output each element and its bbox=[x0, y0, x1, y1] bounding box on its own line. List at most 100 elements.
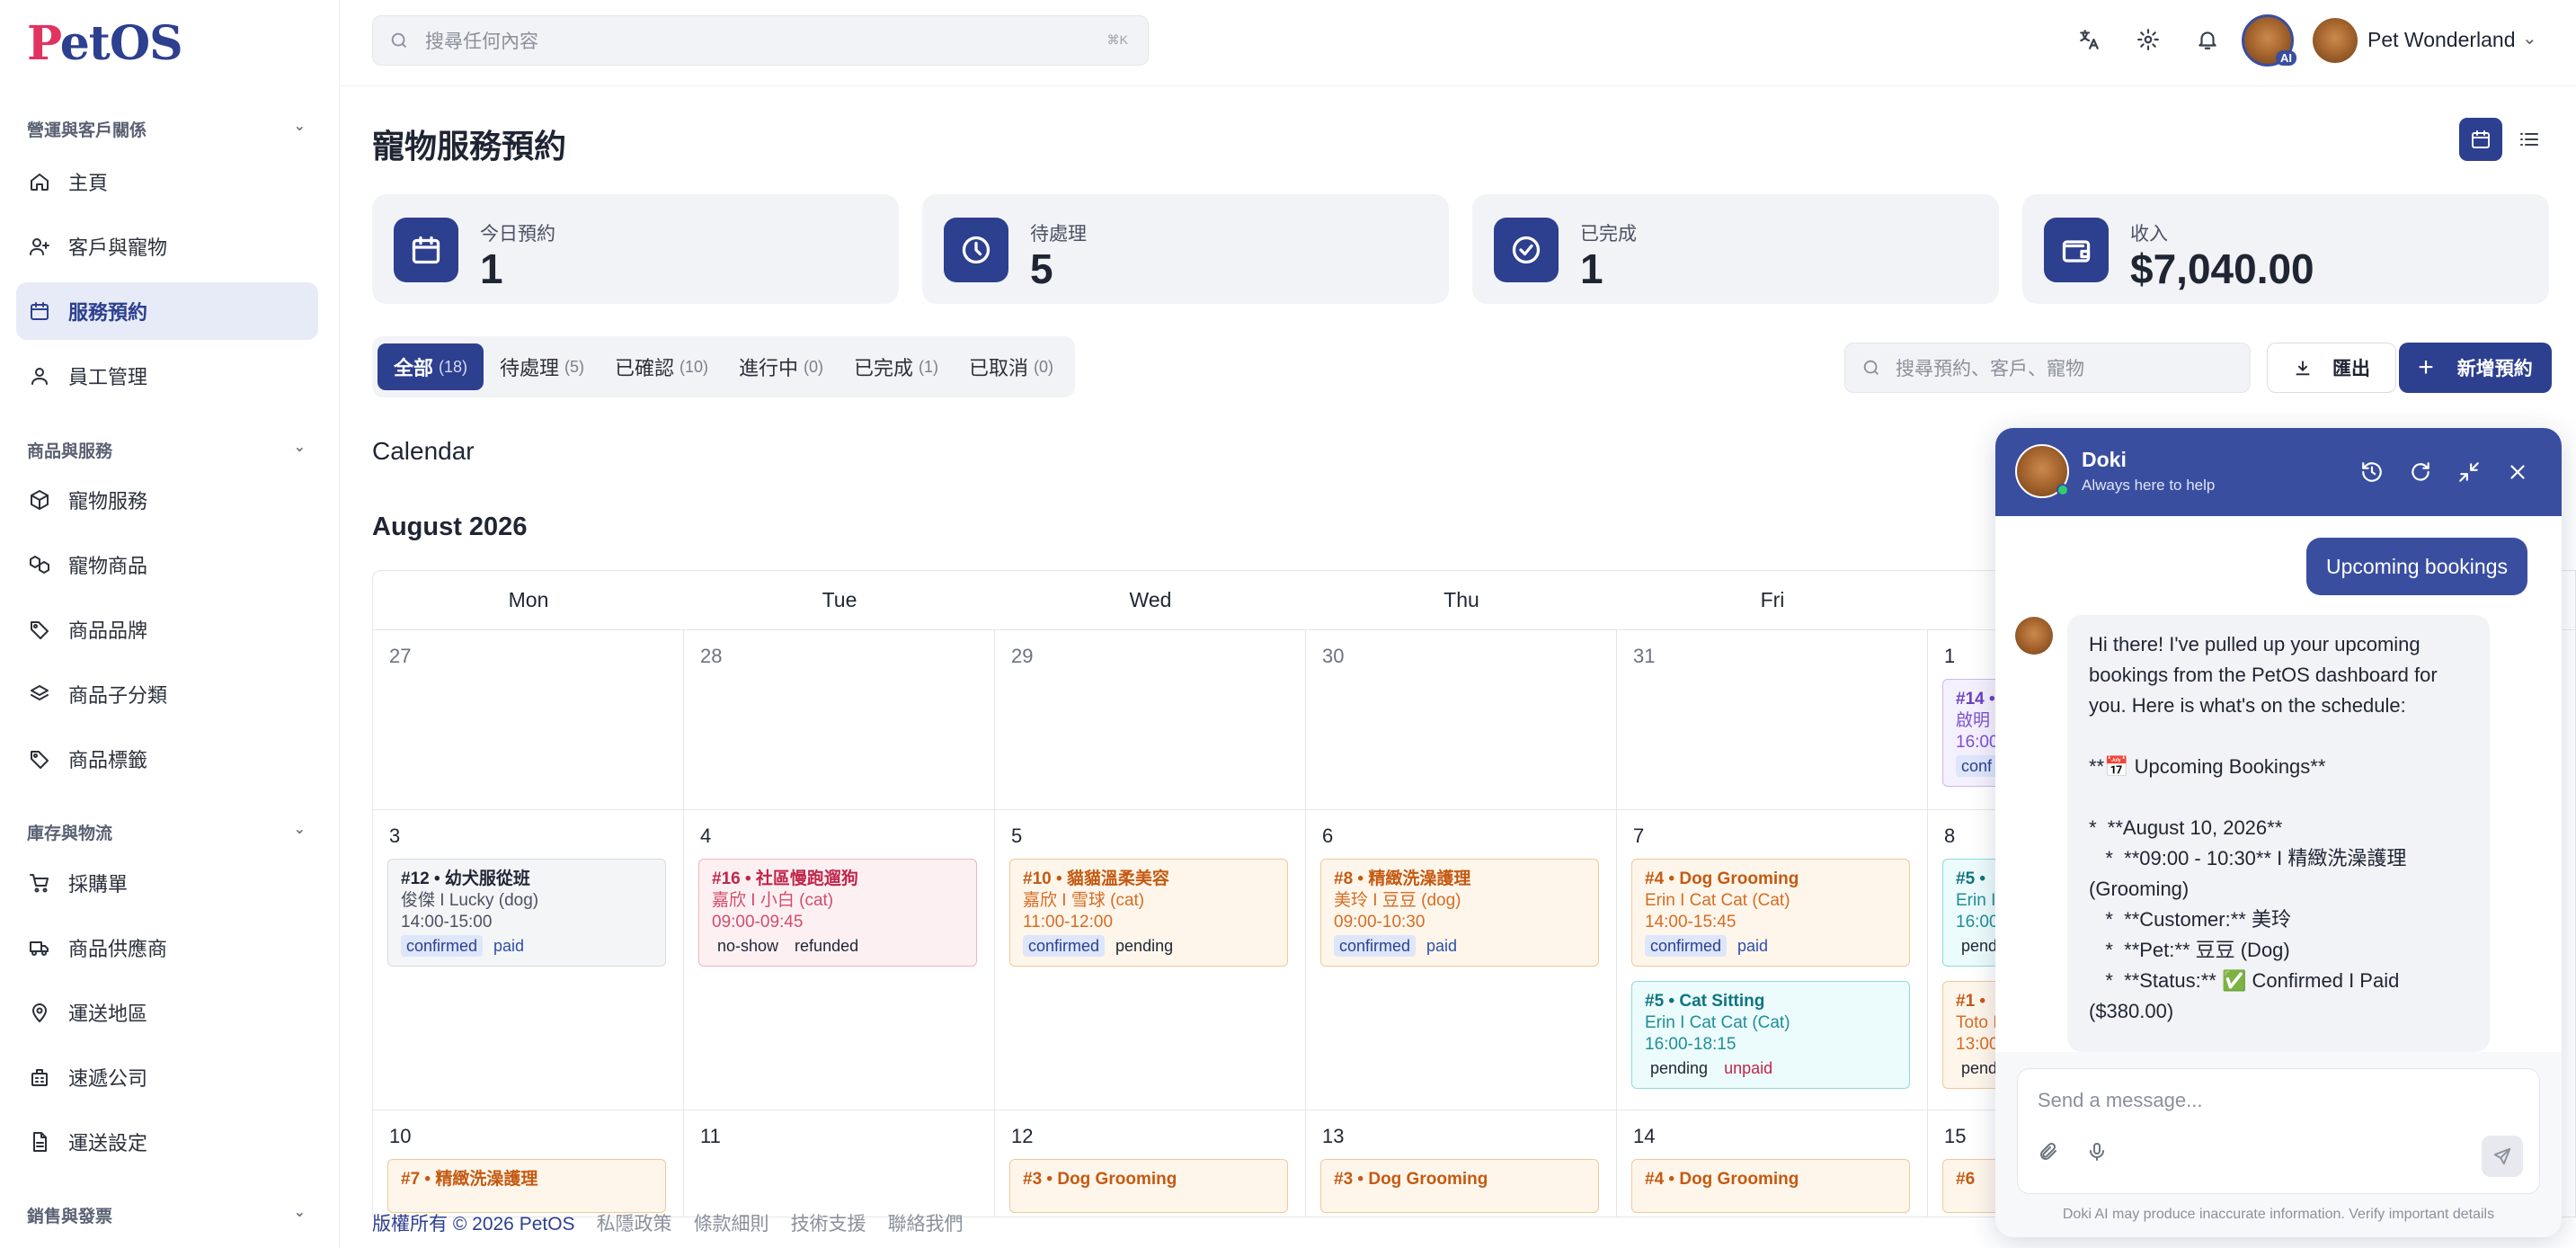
chevron-down-icon[interactable]: ⌄ bbox=[2522, 27, 2537, 49]
calendar-view-button[interactable] bbox=[2459, 118, 2502, 161]
app-logo[interactable]: PetOS bbox=[27, 16, 183, 71]
nav-pet-products[interactable]: 寵物商品 bbox=[16, 536, 318, 593]
nav-subcategories[interactable]: 商品子分類 bbox=[16, 665, 318, 723]
close-button[interactable] bbox=[2506, 460, 2529, 484]
tab-confirmed[interactable]: 已確認 (10) bbox=[599, 343, 724, 390]
day-number: 31 bbox=[1633, 645, 1656, 667]
nav-suppliers[interactable]: 商品供應商 bbox=[16, 919, 318, 976]
stat-value: 1 bbox=[480, 245, 503, 292]
calendar-day-cell[interactable]: 4 #16 • 社區慢跑遛狗 嘉欣 I 小白 (cat) 09:00-09:45 no-… bbox=[684, 810, 995, 1110]
send-button[interactable] bbox=[2482, 1136, 2523, 1177]
history-button[interactable] bbox=[2360, 460, 2384, 484]
booking-event[interactable]: #3 • Dog Grooming bbox=[1009, 1159, 1288, 1213]
calendar-day-cell[interactable]: 14 #4 • Dog Grooming bbox=[1617, 1110, 1928, 1217]
weekday-header: Fri bbox=[1617, 571, 1928, 630]
tab-pending[interactable]: 待處理 (5) bbox=[484, 343, 600, 390]
nav-service-booking[interactable]: 服務預約 bbox=[16, 282, 318, 340]
day-number: 12 bbox=[1011, 1125, 1034, 1147]
nav-brands[interactable]: 商品品牌 bbox=[16, 601, 318, 658]
calendar-day-cell[interactable]: 3 #12 • 幼犬服從班 俊傑 I Lucky (dog) 14:00-15:00 c… bbox=[373, 810, 684, 1110]
nav-pet-services[interactable]: 寵物服務 bbox=[16, 471, 318, 529]
calendar-section-title: Calendar bbox=[372, 437, 475, 465]
booking-event[interactable]: #4 • Dog Grooming bbox=[1631, 1159, 1910, 1213]
section-inventory[interactable]: 庫存與物流 ⌄ bbox=[27, 820, 306, 844]
weekday-header: Tue bbox=[684, 571, 995, 630]
booking-event[interactable]: #12 • 幼犬服從班 俊傑 I Lucky (dog) 14:00-15:00 co… bbox=[387, 859, 666, 967]
calendar-day-cell[interactable]: 5 #10 • 貓貓溫柔美容 嘉欣 I 雪球 (cat) 11:00-12:00 con… bbox=[995, 810, 1306, 1110]
tab-completed[interactable]: 已完成 (1) bbox=[838, 343, 955, 390]
tab-in-progress[interactable]: 進行中 (0) bbox=[723, 343, 839, 390]
day-number: 1 bbox=[1944, 645, 1956, 667]
status-badge: no-show bbox=[717, 937, 779, 955]
booking-title: #3 • Dog Grooming bbox=[1334, 1170, 1488, 1189]
stat-label: 收入 bbox=[2130, 224, 2168, 245]
settings-button[interactable] bbox=[2134, 25, 2163, 54]
calendar-day-cell[interactable]: 11 bbox=[684, 1110, 995, 1217]
tab-all[interactable]: 全部 (18) bbox=[378, 343, 484, 390]
nav-purchase-orders[interactable]: 採購單 bbox=[16, 854, 318, 912]
calendar-day-cell[interactable]: 10 #7 • 精緻洗澡護理 bbox=[373, 1110, 684, 1217]
download-icon bbox=[2296, 361, 2310, 376]
search-icon bbox=[391, 32, 406, 48]
nav-customers-pets[interactable]: 客戶與寵物 bbox=[16, 218, 318, 275]
booking-event[interactable]: #10 • 貓貓溫柔美容 嘉欣 I 雪球 (cat) 11:00-12:00 conf… bbox=[1009, 859, 1288, 967]
bell-icon bbox=[2198, 31, 2216, 49]
nav-shipping-regions[interactable]: 運送地區 bbox=[16, 984, 318, 1041]
box-icon bbox=[31, 490, 49, 510]
calendar-day-cell[interactable]: 13 #3 • Dog Grooming bbox=[1306, 1110, 1617, 1217]
calendar-day-cell[interactable]: 31 bbox=[1617, 630, 1928, 810]
nav-tags[interactable]: 商品標籤 bbox=[16, 730, 318, 788]
new-booking-button[interactable]: + 新增預約 bbox=[2399, 343, 2552, 393]
calendar-day-cell[interactable]: 12 #3 • Dog Grooming bbox=[995, 1110, 1306, 1217]
booking-event[interactable]: #16 • 社區慢跑遛狗 嘉欣 I 小白 (cat) 09:00-09:45 no-s… bbox=[698, 859, 977, 967]
section-operations[interactable]: 營運與客戶關係 ⌄ bbox=[27, 117, 306, 141]
history-icon bbox=[2362, 462, 2382, 482]
list-view-button[interactable] bbox=[2508, 118, 2551, 161]
booking-event[interactable]: #7 • 精緻洗澡護理 bbox=[387, 1159, 666, 1213]
translate-button[interactable] bbox=[2074, 25, 2103, 54]
minimize-button[interactable] bbox=[2457, 460, 2481, 484]
booking-search-input[interactable]: 搜尋預約、客戶、寵物 bbox=[1844, 343, 2251, 393]
booking-event[interactable]: #3 • Dog Grooming bbox=[1320, 1159, 1599, 1213]
footer-link-privacy[interactable]: 私隱政策 bbox=[597, 1209, 672, 1236]
calendar-day-cell[interactable]: 30 bbox=[1306, 630, 1617, 810]
calendar-day-cell[interactable]: 28 bbox=[684, 630, 995, 810]
booking-event[interactable]: #4 • Dog Grooming Erin I Cat Cat (Cat) 14:… bbox=[1631, 859, 1910, 967]
booking-time: 09:00-09:45 bbox=[712, 913, 804, 932]
status-badge: unpaid bbox=[1724, 1059, 1773, 1077]
notifications-button[interactable] bbox=[2193, 25, 2222, 54]
booking-event[interactable]: #8 • 精緻洗澡護理 美玲 I 豆豆 (dog) 09:00-10:30 confi… bbox=[1320, 859, 1599, 967]
section-products[interactable]: 商品與服務 ⌄ bbox=[27, 438, 306, 462]
section-sales[interactable]: 銷售與發票 ⌄ bbox=[27, 1203, 306, 1227]
calendar-day-cell[interactable]: 27 bbox=[373, 630, 684, 810]
status-badge: pending bbox=[1650, 1059, 1709, 1077]
refresh-button[interactable] bbox=[2409, 460, 2432, 484]
footer-link-terms[interactable]: 條款細則 bbox=[694, 1209, 769, 1236]
chat-header: Doki Always here to help bbox=[1995, 428, 2562, 516]
chat-input[interactable]: Send a message... bbox=[2017, 1068, 2540, 1194]
nav-staff[interactable]: 員工管理 bbox=[16, 347, 318, 405]
nav-shipping-settings[interactable]: 運送設定 bbox=[16, 1113, 318, 1171]
booking-event[interactable]: #5 • Cat Sitting Erin I Cat Cat (Cat) 16:0… bbox=[1631, 981, 1910, 1089]
chat-messages[interactable]: Upcoming bookings Hi there! I've pulled … bbox=[1995, 516, 2562, 1052]
calendar-day-cell[interactable]: 29 bbox=[995, 630, 1306, 810]
tab-cancelled[interactable]: 已取消 (0) bbox=[953, 343, 1070, 390]
export-button[interactable]: 匯出 bbox=[2267, 343, 2396, 393]
user-plus-icon bbox=[30, 238, 49, 255]
global-search-input[interactable]: 搜尋任何內容 ⌘K bbox=[372, 15, 1149, 66]
calendar-day-cell[interactable]: 6 #8 • 精緻洗澡護理 美玲 I 豆豆 (dog) 09:00-10:30 conf… bbox=[1306, 810, 1617, 1110]
footer-link-contact[interactable]: 聯絡我們 bbox=[888, 1209, 964, 1236]
microphone-button[interactable] bbox=[2086, 1141, 2110, 1164]
nav-couriers[interactable]: 速遞公司 bbox=[16, 1048, 318, 1106]
calendar-day-cell[interactable]: 7 #4 • Dog Grooming Erin I Cat Cat (Cat) 14… bbox=[1617, 810, 1928, 1110]
home-icon bbox=[31, 174, 49, 191]
user-message: Upcoming bookings bbox=[2305, 538, 2527, 595]
booking-time: 09:00-10:30 bbox=[1334, 913, 1426, 932]
booking-time: 14:00-15:00 bbox=[401, 913, 493, 932]
nav-home[interactable]: 主頁 bbox=[16, 153, 318, 210]
footer-link-support[interactable]: 技術支援 bbox=[791, 1209, 866, 1236]
user-avatar[interactable] bbox=[2313, 18, 2358, 63]
user-name[interactable]: Pet Wonderland bbox=[2367, 28, 2516, 52]
booking-badges: confirmed paid bbox=[1334, 935, 1586, 957]
attach-button[interactable] bbox=[2038, 1141, 2061, 1164]
